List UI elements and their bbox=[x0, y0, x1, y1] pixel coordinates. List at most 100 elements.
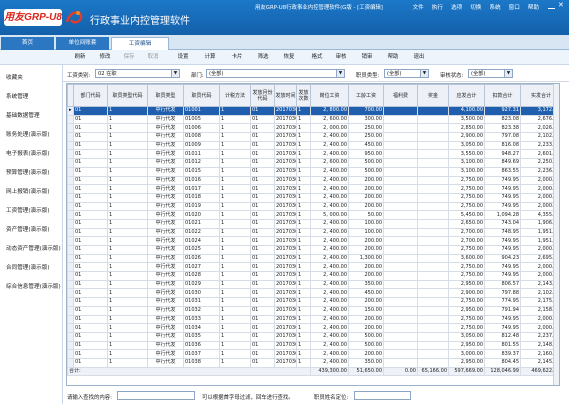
table-row[interactable]: 01 1 中行代发 01018 1 01 2017030 1 2, 400.00 200.00 2,… bbox=[67, 192, 559, 203]
table-cell[interactable]: 2,750.00 bbox=[448, 245, 485, 255]
table-cell[interactable]: 中行代发 bbox=[147, 271, 184, 281]
table-cell[interactable]: 中行代发 bbox=[147, 288, 184, 299]
table-cell[interactable]: 1 bbox=[107, 132, 148, 142]
table-cell[interactable]: 中行代发 bbox=[147, 279, 184, 290]
table-cell[interactable]: 500.00 bbox=[348, 340, 384, 351]
table-cell[interactable]: 01029 bbox=[183, 279, 220, 290]
table-cell[interactable]: 中行代发 bbox=[147, 158, 184, 168]
table-cell[interactable]: 1 bbox=[107, 218, 148, 229]
table-cell[interactable]: 1 bbox=[219, 297, 251, 307]
table-cell[interactable] bbox=[417, 132, 449, 142]
table-cell[interactable]: 01012 bbox=[183, 158, 220, 168]
table-cell[interactable]: 1 bbox=[296, 245, 311, 255]
table-cell[interactable]: 1 bbox=[296, 297, 311, 307]
table-cell[interactable]: 2017030 bbox=[274, 340, 297, 351]
table-cell[interactable]: 中行代发 bbox=[147, 340, 184, 351]
table-cell[interactable]: 01032 bbox=[183, 305, 220, 316]
table-cell[interactable]: 01 bbox=[250, 106, 275, 116]
table-cell[interactable]: 812.48 bbox=[484, 331, 521, 342]
table-cell[interactable]: 2, 400.00 bbox=[310, 175, 349, 186]
table-cell[interactable]: 01005 bbox=[183, 114, 220, 125]
table-cell[interactable]: 01 bbox=[73, 262, 108, 273]
table-cell[interactable]: 中行代发 bbox=[147, 184, 184, 194]
table-cell[interactable]: 1,094.28 bbox=[484, 210, 521, 220]
table-cell[interactable]: 中行代发 bbox=[147, 349, 184, 359]
table-cell[interactable]: 1 bbox=[219, 279, 251, 290]
table-row[interactable]: 01 1 中行代发 01020 1 01 2017030 1 5, 000.00 50.00 5,4… bbox=[67, 210, 559, 220]
table-cell[interactable]: 2,750.00 bbox=[448, 175, 485, 186]
column-header[interactable]: 扣款合计 bbox=[484, 84, 521, 107]
table-cell[interactable]: 1 bbox=[219, 158, 251, 168]
table-cell[interactable] bbox=[417, 236, 449, 246]
table-cell[interactable]: 2017030 bbox=[274, 175, 297, 186]
table-cell[interactable]: 2, 400.00 bbox=[310, 218, 349, 229]
table-cell[interactable]: 200.00 bbox=[348, 271, 384, 281]
table-cell[interactable]: 中行代发 bbox=[147, 253, 184, 264]
tab-home[interactable]: 首页 bbox=[1, 37, 54, 50]
table-cell[interactable] bbox=[383, 175, 418, 186]
table-cell[interactable]: 01 bbox=[250, 245, 275, 255]
table-cell[interactable] bbox=[417, 140, 449, 151]
column-header[interactable]: 职员代码 bbox=[183, 84, 220, 107]
table-cell[interactable]: 中行代发 bbox=[147, 149, 184, 160]
table-cell[interactable]: 2017030 bbox=[274, 323, 297, 333]
table-cell[interactable]: 1 bbox=[219, 288, 251, 299]
table-cell[interactable] bbox=[417, 297, 449, 307]
table-cell[interactable]: 2017030 bbox=[274, 123, 297, 134]
table-row[interactable]: 01 1 中行代发 01031 1 01 2017030 1 2, 400.00 200.00 2,… bbox=[67, 297, 559, 307]
table-cell[interactable]: 200.00 bbox=[348, 236, 384, 246]
column-header[interactable]: 应发合计 bbox=[448, 84, 485, 107]
table-cell[interactable]: 01037 bbox=[183, 349, 220, 359]
table-cell[interactable]: 1 bbox=[219, 123, 251, 134]
table-row[interactable]: 01 1 中行代发 01030 1 01 2017030 1 2, 400.00 450.00 2,… bbox=[67, 288, 559, 299]
table-cell[interactable]: 1 bbox=[107, 140, 148, 151]
table-cell[interactable]: 01030 bbox=[183, 288, 220, 299]
table-cell[interactable]: 200.00 bbox=[348, 262, 384, 273]
exit-button[interactable]: 退出 bbox=[409, 52, 429, 63]
table-cell[interactable]: 1 bbox=[219, 175, 251, 186]
table-cell[interactable]: 01 bbox=[73, 340, 108, 351]
table-cell[interactable]: 01 bbox=[73, 236, 108, 246]
table-cell[interactable]: 2,900.00 bbox=[448, 288, 485, 299]
table-cell[interactable]: 839.37 bbox=[484, 349, 521, 359]
table-cell[interactable]: 2, 400.00 bbox=[310, 314, 349, 325]
tab-unit-accounts[interactable]: 单位间账套 bbox=[56, 37, 109, 50]
table-cell[interactable]: 2, 400.00 bbox=[310, 140, 349, 151]
sidebar-item-info[interactable]: 综合信息管理(演示版) bbox=[6, 282, 61, 290]
table-cell[interactable]: 1 bbox=[219, 149, 251, 160]
table-cell[interactable]: 2, 400.00 bbox=[310, 288, 349, 299]
table-cell[interactable]: 150.00 bbox=[348, 305, 384, 316]
table-cell[interactable] bbox=[383, 184, 418, 194]
table-cell[interactable]: 01 bbox=[250, 184, 275, 194]
audit-status-select[interactable]: (全部) ▼ bbox=[468, 69, 513, 78]
table-cell[interactable]: 1 bbox=[107, 340, 148, 351]
table-cell[interactable]: 2,750.00 bbox=[448, 314, 485, 325]
table-cell[interactable]: 中行代发 bbox=[147, 114, 184, 125]
table-cell[interactable]: 中行代发 bbox=[147, 210, 184, 220]
table-cell[interactable]: 2017030 bbox=[274, 331, 297, 342]
table-cell[interactable]: 200.00 bbox=[348, 175, 384, 186]
table-cell[interactable]: 300.00 bbox=[348, 114, 384, 125]
table-row[interactable]: 01 1 中行代发 01035 1 01 2017030 1 2, 400.00 500.00 3,… bbox=[67, 331, 559, 342]
table-cell[interactable]: 749.95 bbox=[484, 201, 521, 212]
table-cell[interactable]: 450.00 bbox=[348, 140, 384, 151]
table-cell[interactable]: 1 bbox=[296, 201, 311, 212]
table-row[interactable]: 01 1 中行代发 01024 1 01 2017030 1 2, 400.00 200.00 2,… bbox=[67, 236, 559, 246]
table-cell[interactable] bbox=[383, 218, 418, 229]
table-cell[interactable]: 3,100.00 bbox=[448, 158, 485, 168]
format-button[interactable]: 格式 bbox=[305, 52, 329, 63]
table-cell[interactable]: 806.57 bbox=[484, 279, 521, 290]
table-cell[interactable]: 01 bbox=[73, 166, 108, 177]
table-cell[interactable]: 904.23 bbox=[484, 253, 521, 264]
table-cell[interactable]: 1 bbox=[107, 271, 148, 281]
table-cell[interactable]: 1 bbox=[296, 106, 311, 116]
table-cell[interactable]: 2, 400.00 bbox=[310, 227, 349, 238]
table-cell[interactable]: 01 bbox=[73, 123, 108, 134]
table-cell[interactable]: 01031 bbox=[183, 297, 220, 307]
table-cell[interactable] bbox=[417, 314, 449, 325]
table-cell[interactable]: 2017030 bbox=[274, 314, 297, 325]
table-cell[interactable]: 1 bbox=[296, 140, 311, 151]
table-cell[interactable]: 01 bbox=[250, 210, 275, 220]
table-cell[interactable] bbox=[417, 331, 449, 342]
table-cell[interactable]: 1 bbox=[107, 297, 148, 307]
